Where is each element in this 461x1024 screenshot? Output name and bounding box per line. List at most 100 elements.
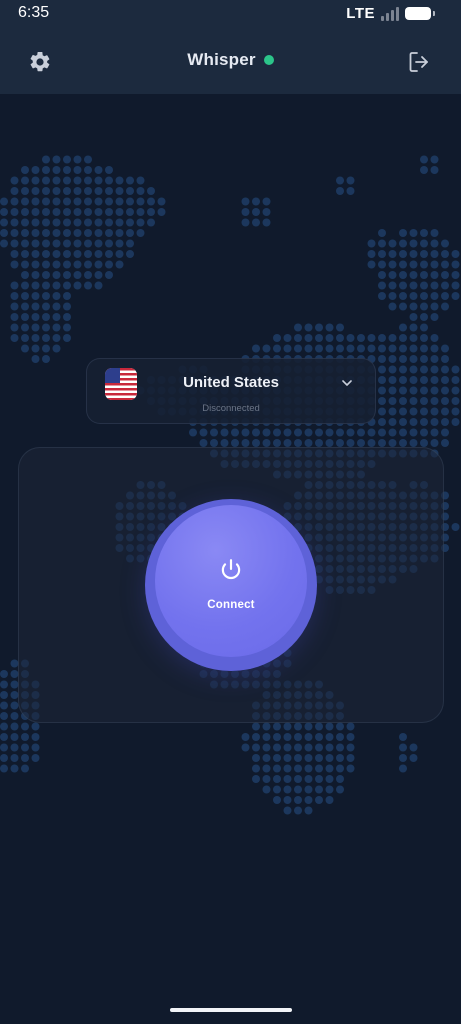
map-dot: [336, 722, 344, 731]
map-dot: [409, 428, 418, 437]
map-dot: [0, 743, 8, 752]
map-dot: [147, 197, 155, 206]
map-dot: [84, 166, 92, 174]
map-dot: [346, 764, 355, 773]
map-dot: [94, 208, 103, 216]
map-dot: [451, 407, 460, 416]
map-dot: [94, 260, 103, 269]
map-dot: [378, 376, 386, 384]
expand-server-list[interactable]: [339, 375, 355, 391]
map-dot: [283, 334, 292, 342]
map-dot: [42, 250, 50, 258]
header-title-group: Whisper: [0, 50, 461, 70]
map-dot: [42, 208, 50, 216]
map-dot: [94, 239, 103, 248]
map-dot: [378, 334, 386, 342]
map-dot: [399, 260, 407, 269]
map-dot: [304, 743, 313, 752]
map-dot: [252, 197, 260, 206]
map-dot: [294, 733, 302, 741]
map-dot: [315, 733, 323, 741]
map-dot: [399, 250, 407, 258]
map-dot: [147, 208, 155, 216]
map-dot: [21, 187, 29, 195]
map-dot: [378, 271, 386, 279]
connect-button[interactable]: Connect: [155, 505, 307, 657]
map-dot: [105, 229, 113, 237]
map-dot: [430, 166, 439, 174]
map-dot: [10, 176, 19, 185]
map-dot: [52, 292, 61, 300]
map-dot: [367, 428, 376, 437]
map-dot: [336, 764, 344, 773]
map-dot: [252, 722, 260, 731]
map-dot: [105, 187, 113, 195]
map-dot: [210, 439, 218, 447]
map-dot: [420, 439, 428, 447]
map-dot: [441, 292, 449, 300]
map-dot: [304, 439, 313, 447]
map-dot: [262, 722, 271, 731]
map-dot: [105, 271, 113, 279]
map-dot: [378, 355, 386, 363]
status-bar: 6:35 LTE: [0, 0, 461, 28]
map-dot: [105, 260, 113, 269]
map-dot: [441, 397, 449, 405]
map-dot: [336, 176, 344, 185]
map-dot: [346, 439, 355, 447]
map-dot: [409, 743, 418, 752]
map-dot: [420, 428, 428, 437]
map-dot: [10, 334, 19, 342]
map-dot: [73, 218, 82, 227]
map-dot: [31, 292, 40, 300]
map-dot: [31, 176, 40, 185]
map-dot: [252, 428, 260, 437]
map-dot: [105, 166, 113, 174]
logout-button[interactable]: [405, 48, 433, 76]
map-dot: [252, 754, 260, 762]
map-dot: [336, 733, 344, 741]
map-dot: [115, 197, 124, 206]
map-dot: [84, 260, 92, 269]
map-dot: [63, 218, 71, 227]
map-dot: [325, 722, 334, 731]
map-dot: [451, 281, 460, 290]
map-dot: [136, 208, 145, 216]
map-dot: [262, 428, 271, 437]
map-dot: [378, 344, 386, 353]
map-dot: [430, 365, 439, 374]
map-dot: [0, 670, 8, 678]
map-dot: [73, 250, 82, 258]
map-dot: [399, 733, 407, 741]
map-dot: [21, 281, 29, 290]
map-dot: [0, 197, 8, 206]
online-status-dot: [263, 55, 274, 65]
map-dot: [52, 334, 61, 342]
map-dot: [420, 344, 428, 353]
map-dot: [21, 166, 29, 174]
map-dot: [52, 302, 61, 311]
map-dot: [409, 313, 418, 321]
map-dot: [105, 197, 113, 206]
map-dot: [10, 722, 19, 731]
map-dot: [262, 733, 271, 741]
map-dot: [10, 208, 19, 216]
map-dot: [388, 397, 397, 405]
map-dot: [315, 754, 323, 762]
map-dot: [147, 187, 155, 195]
map-dot: [273, 334, 281, 342]
home-indicator[interactable]: [170, 1008, 292, 1012]
map-dot: [283, 785, 292, 794]
map-dot: [294, 743, 302, 752]
map-dot: [31, 260, 40, 269]
map-dot: [21, 733, 29, 741]
map-dot: [73, 187, 82, 195]
map-dot: [126, 239, 134, 248]
map-dot: [420, 229, 428, 237]
server-selector[interactable]: United States Disconnected: [86, 358, 376, 424]
map-dot: [304, 323, 313, 332]
map-dot: [10, 712, 19, 720]
map-dot: [441, 344, 449, 353]
map-dot: [336, 334, 344, 342]
map-dot: [399, 229, 407, 237]
